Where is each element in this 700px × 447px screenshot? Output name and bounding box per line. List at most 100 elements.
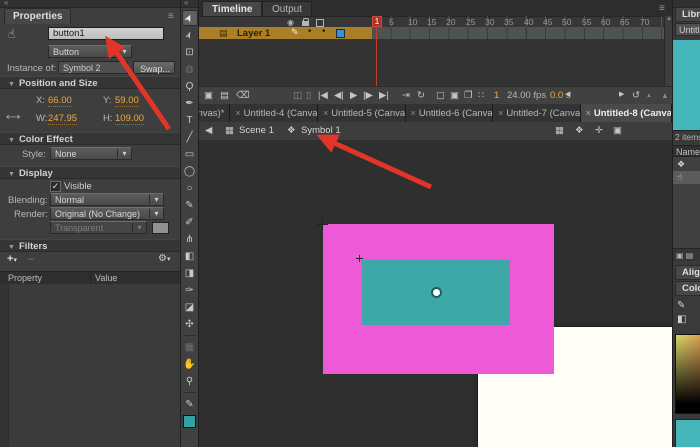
new-symbol-icon[interactable]: ▣ xyxy=(676,251,684,260)
tab-align[interactable]: Align xyxy=(675,265,700,280)
loop-playback-button[interactable]: ↻ xyxy=(417,90,425,101)
delete-layer-button[interactable]: ⌫ xyxy=(236,90,249,101)
w-value[interactable]: 247.95 xyxy=(48,113,77,125)
section-display[interactable]: ▼Display xyxy=(0,166,180,179)
x-value[interactable]: 66.00 xyxy=(48,95,72,107)
eraser-tool[interactable]: ◪ xyxy=(182,299,198,315)
brush-tool[interactable]: ✐ xyxy=(182,214,198,230)
add-filter-icon[interactable]: +▾ xyxy=(7,253,17,265)
breadcrumb-scene[interactable]: Scene 1 xyxy=(239,125,274,136)
swap-button[interactable]: Swap... xyxy=(133,61,175,74)
go-to-first-frame-button[interactable]: |◀ xyxy=(318,90,328,101)
stroke-color-button[interactable]: ✎ xyxy=(182,396,198,412)
h-value[interactable]: 109.00 xyxy=(115,113,144,125)
section-color-effect[interactable]: ▼Color Effect xyxy=(0,132,180,145)
fill-color-icon[interactable]: ◧ xyxy=(677,314,686,325)
section-position-size[interactable]: ▼Position and Size xyxy=(0,76,180,89)
new-folder-button[interactable]: ▤ xyxy=(220,90,229,101)
layer-visibility-dot[interactable]: • xyxy=(308,26,312,37)
camera-tool[interactable]: ▦ xyxy=(182,339,198,355)
document-tab-untitled-4[interactable]: × Untitled-4 (Canvas)* xyxy=(230,104,318,122)
playhead-line[interactable] xyxy=(376,27,377,86)
onion-marker-icon[interactable]: ◫ xyxy=(293,90,302,101)
width-tool[interactable]: ✣ xyxy=(182,316,198,332)
center-frame-icon[interactable]: ▯ xyxy=(306,90,311,101)
current-fill-color-swatch[interactable] xyxy=(675,419,700,447)
3d-rotation-tool[interactable]: ◍ xyxy=(182,61,198,77)
library-item-symbol2[interactable]: ☝ xyxy=(673,171,700,184)
transformation-point-marker[interactable] xyxy=(431,287,442,298)
frame-rate-value[interactable]: 24.00 fps xyxy=(507,90,546,101)
scroll-left-icon[interactable]: ◀ xyxy=(565,90,570,98)
new-layer-button[interactable]: ▣ xyxy=(204,90,213,101)
eyedropper-tool[interactable]: ✑ xyxy=(182,282,198,298)
line-tool[interactable]: ╱ xyxy=(182,129,198,145)
tools-collapse-bar[interactable]: « xyxy=(181,0,198,8)
oval-tool[interactable]: ◯ xyxy=(182,163,198,179)
document-tab-untitled-5[interactable]: × Untitled-5 (Canvas)* xyxy=(318,104,406,122)
center-stage-button[interactable]: ✛ xyxy=(595,125,603,136)
selection-tool[interactable]: ➤ xyxy=(182,10,198,26)
reset-timeline-zoom-button[interactable]: ↺ xyxy=(632,90,640,101)
close-icon[interactable]: × xyxy=(323,108,328,118)
close-icon[interactable]: × xyxy=(235,108,240,118)
library-name-column-header[interactable]: Name xyxy=(673,145,700,157)
timeline-zoom-in-icon[interactable]: ▲ xyxy=(661,91,669,100)
document-tab[interactable]: × (Canvas)* xyxy=(199,104,230,122)
subselection-tool[interactable]: ➢ xyxy=(182,27,198,43)
filter-options-gear-icon[interactable]: ⚙▾ xyxy=(158,253,170,264)
library-document-dropdown[interactable]: Untitled-8 xyxy=(675,23,700,36)
tab-output[interactable]: Output xyxy=(262,1,312,16)
timeline-zoom-out-icon[interactable]: ▲ xyxy=(646,93,652,99)
tab-timeline[interactable]: Timeline xyxy=(202,1,262,16)
pencil-tool[interactable]: ✎ xyxy=(182,197,198,213)
edit-multiple-frames-button[interactable]: ❐ xyxy=(464,90,473,101)
render-dropdown[interactable]: Original (No Change) ▾ xyxy=(50,207,164,220)
step-back-button[interactable]: ◀| xyxy=(334,90,344,101)
panel-menu-icon[interactable]: ≡ xyxy=(659,3,665,14)
style-dropdown[interactable]: None ▾ xyxy=(50,147,132,160)
tab-color[interactable]: Color xyxy=(675,281,700,296)
paint-bucket-tool[interactable]: ◧ xyxy=(182,248,198,264)
lock-wh-icon[interactable]: ⟷ xyxy=(6,112,20,123)
modify-markers-button[interactable]: ∷ xyxy=(478,90,484,101)
new-folder-icon[interactable]: ▤ xyxy=(686,251,694,260)
stroke-color-icon[interactable]: ✎ xyxy=(677,300,685,311)
panel-menu-icon[interactable]: ≡ xyxy=(168,11,174,22)
pen-tool[interactable]: ✒ xyxy=(182,95,198,111)
text-tool[interactable]: T xyxy=(182,112,198,128)
tab-library[interactable]: Library xyxy=(675,7,700,22)
bone-tool[interactable]: ⋔ xyxy=(182,231,198,247)
close-icon[interactable]: × xyxy=(498,108,503,118)
loop-range-button[interactable]: ⇥ xyxy=(402,90,410,101)
fill-color-swatch[interactable] xyxy=(183,415,196,428)
lasso-tool[interactable]: Ϙ xyxy=(182,78,198,94)
edit-scene-button[interactable]: ▦ xyxy=(555,125,564,136)
close-icon[interactable]: × xyxy=(411,108,416,118)
document-tab-untitled-6[interactable]: × Untitled-6 (Canvas)* xyxy=(406,104,494,122)
go-to-last-frame-button[interactable]: ▶| xyxy=(379,90,389,101)
play-button[interactable]: ▶ xyxy=(350,90,357,101)
breadcrumb-symbol[interactable]: Symbol 1 xyxy=(301,125,341,136)
color-gradient-picker[interactable] xyxy=(675,334,700,414)
blending-dropdown[interactable]: Normal ▾ xyxy=(50,193,164,206)
properties-collapse-bar[interactable]: « xyxy=(0,0,180,8)
layer-lock-dot[interactable]: • xyxy=(322,26,326,37)
document-tab-untitled-7[interactable]: × Untitled-7 (Canvas)* xyxy=(493,104,581,122)
edit-symbol-button[interactable]: ❖ xyxy=(575,125,584,136)
instance-name-input[interactable] xyxy=(48,27,164,40)
free-transform-tool[interactable]: ⊡ xyxy=(182,44,198,60)
polystar-tool[interactable]: ○ xyxy=(182,180,198,196)
symbol-type-dropdown[interactable]: Button ▾ xyxy=(48,45,132,58)
layer-outline-color-swatch[interactable] xyxy=(336,29,345,38)
timeline-frame-ruler[interactable]: 5 10 15 20 25 30 35 40 45 50 55 60 65 70 xyxy=(372,16,668,27)
hand-tool[interactable]: ✋ xyxy=(182,356,198,372)
tab-overflow-icon[interactable]: » xyxy=(655,107,660,117)
y-value[interactable]: 59.00 xyxy=(115,95,139,107)
scroll-right-icon[interactable]: ▶ xyxy=(619,90,624,98)
onion-skin-outlines-button[interactable]: ▣ xyxy=(450,90,459,101)
clip-content-button[interactable]: ▣ xyxy=(613,125,622,136)
section-filters[interactable]: ▼Filters xyxy=(0,239,180,252)
visible-checkbox[interactable]: ✓ xyxy=(50,181,61,192)
step-forward-button[interactable]: |▶ xyxy=(363,90,373,101)
